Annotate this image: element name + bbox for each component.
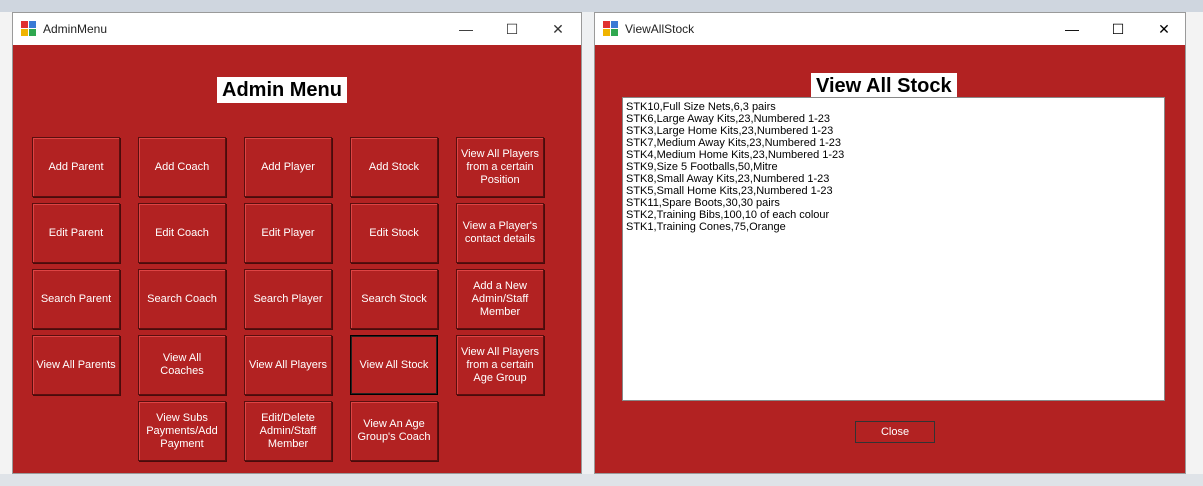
- minimize-icon[interactable]: —: [1049, 13, 1095, 45]
- list-item: STK5,Small Home Kits,23,Numbered 1-23: [626, 185, 833, 197]
- add-player-button[interactable]: Add Player: [244, 137, 332, 197]
- view-subs-payments-button[interactable]: View Subs Payments/Add Payment: [138, 401, 226, 461]
- stock-list-textbox[interactable]: STK10,Full Size Nets,6,3 pairs STK6,Larg…: [622, 97, 1165, 401]
- edit-delete-staff-button[interactable]: Edit/Delete Admin/Staff Member: [244, 401, 332, 461]
- add-coach-button[interactable]: Add Coach: [138, 137, 226, 197]
- view-players-by-position-button[interactable]: View All Players from a certain Position: [456, 137, 544, 197]
- close-button[interactable]: Close: [855, 421, 935, 443]
- view-player-contact-button[interactable]: View a Player's contact details: [456, 203, 544, 263]
- page-title: Admin Menu: [217, 77, 347, 103]
- background-app-strip: [0, 0, 1203, 12]
- view-all-stock-titlebar[interactable]: ViewAllStock — ☐ ✕: [595, 13, 1185, 45]
- list-item: STK3,Large Home Kits,23,Numbered 1-23: [626, 125, 834, 137]
- search-stock-button[interactable]: Search Stock: [350, 269, 438, 329]
- view-all-players-button[interactable]: View All Players: [244, 335, 332, 395]
- background-app-strip: [582, 12, 594, 486]
- list-item: STK11,Spare Boots,30,30 pairs: [626, 197, 780, 209]
- background-app-strip: [0, 474, 1203, 486]
- minimize-icon[interactable]: —: [443, 13, 489, 45]
- view-age-group-coach-button[interactable]: View An Age Group's Coach: [350, 401, 438, 461]
- app-icon: [603, 21, 619, 37]
- edit-stock-button[interactable]: Edit Stock: [350, 203, 438, 263]
- window-title: AdminMenu: [43, 22, 108, 36]
- add-parent-button[interactable]: Add Parent: [32, 137, 120, 197]
- admin-menu-window: AdminMenu — ☐ ✕ Admin Menu Add Parent Ad…: [12, 12, 582, 474]
- window-title: ViewAllStock: [625, 22, 695, 36]
- close-icon[interactable]: ✕: [1141, 13, 1187, 45]
- search-parent-button[interactable]: Search Parent: [32, 269, 120, 329]
- page-title: View All Stock: [811, 73, 957, 99]
- background-app-strip: [1186, 12, 1203, 486]
- list-item: STK2,Training Bibs,100,10 of each colour: [626, 209, 830, 221]
- background-app-strip: [0, 12, 12, 486]
- list-item: STK8,Small Away Kits,23,Numbered 1-23: [626, 173, 830, 185]
- maximize-icon[interactable]: ☐: [489, 13, 535, 45]
- list-item: STK10,Full Size Nets,6,3 pairs: [626, 101, 776, 113]
- list-item: STK4,Medium Home Kits,23,Numbered 1-23: [626, 149, 845, 161]
- view-all-coaches-button[interactable]: View All Coaches: [138, 335, 226, 395]
- list-item: STK6,Large Away Kits,23,Numbered 1-23: [626, 113, 831, 125]
- edit-coach-button[interactable]: Edit Coach: [138, 203, 226, 263]
- view-all-parents-button[interactable]: View All Parents: [32, 335, 120, 395]
- search-player-button[interactable]: Search Player: [244, 269, 332, 329]
- add-stock-button[interactable]: Add Stock: [350, 137, 438, 197]
- add-staff-member-button[interactable]: Add a New Admin/Staff Member: [456, 269, 544, 329]
- list-item: STK7,Medium Away Kits,23,Numbered 1-23: [626, 137, 842, 149]
- list-item: STK1,Training Cones,75,Orange: [626, 221, 786, 233]
- view-all-stock-button[interactable]: View All Stock: [350, 335, 438, 395]
- view-players-by-age-group-button[interactable]: View All Players from a certain Age Grou…: [456, 335, 544, 395]
- edit-parent-button[interactable]: Edit Parent: [32, 203, 120, 263]
- maximize-icon[interactable]: ☐: [1095, 13, 1141, 45]
- edit-player-button[interactable]: Edit Player: [244, 203, 332, 263]
- search-coach-button[interactable]: Search Coach: [138, 269, 226, 329]
- list-item: STK9,Size 5 Footballs,50,Mitre: [626, 161, 778, 173]
- app-icon: [21, 21, 37, 37]
- view-all-stock-window: ViewAllStock — ☐ ✕ View All Stock STK10,…: [594, 12, 1186, 474]
- close-icon[interactable]: ✕: [535, 13, 581, 45]
- admin-menu-titlebar[interactable]: AdminMenu — ☐ ✕: [13, 13, 581, 45]
